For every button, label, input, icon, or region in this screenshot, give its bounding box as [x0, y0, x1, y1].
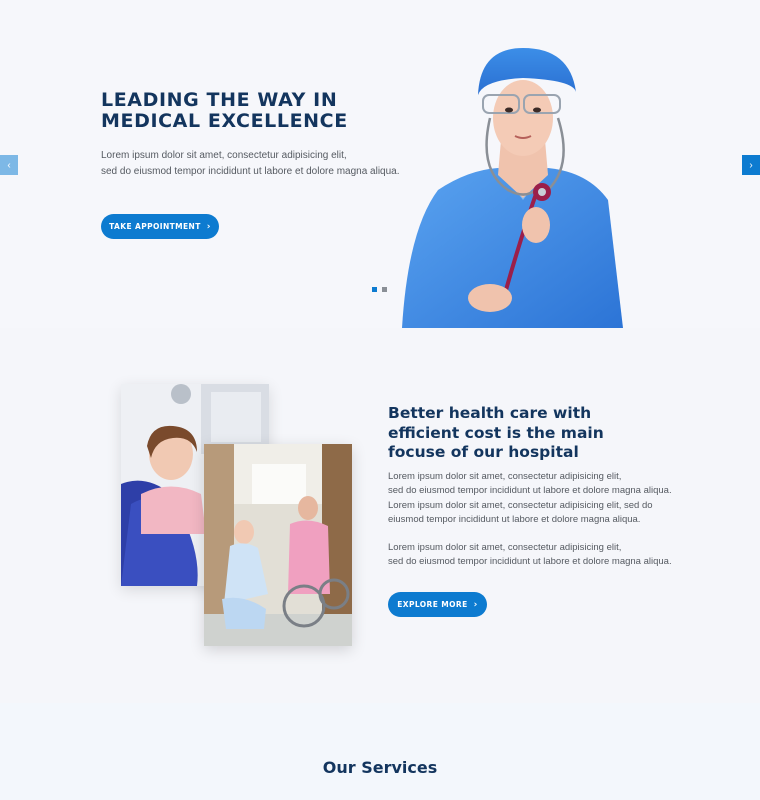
take-appointment-button[interactable]: TAKE APPOINTMENT ›	[101, 214, 219, 239]
hero-description-line: Lorem ipsum dolor sit amet, consectetur …	[101, 150, 347, 161]
chevron-right-icon: ›	[473, 599, 478, 610]
about-paragraph: Lorem ipsum dolor sit amet, consectetur …	[388, 470, 678, 527]
take-appointment-label: TAKE APPOINTMENT	[109, 222, 201, 231]
about-paragraph: Lorem ipsum dolor sit amet, consectetur …	[388, 541, 678, 570]
doctor-image	[402, 48, 623, 328]
services-section: Our Services	[0, 703, 760, 800]
about-paragraph-line: Lorem ipsum dolor sit amet, consectetur …	[388, 471, 622, 482]
about-paragraph-line: sed do eiusmod tempor incididunt ut labo…	[388, 556, 672, 568]
slider-pagination	[372, 287, 387, 292]
about-paragraph-line: Lorem ipsum dolor sit amet, consectetur …	[388, 542, 622, 553]
services-title: Our Services	[322, 758, 438, 777]
hero-slider: ‹ LEADING THE WAY IN MEDICAL EXCELLENCE …	[0, 0, 760, 328]
hero-description-line: sed do eiusmod tempor incididunt ut labo…	[101, 166, 400, 177]
hero-title: LEADING THE WAY IN MEDICAL EXCELLENCE	[101, 89, 348, 132]
nurse-patient-photo	[204, 444, 352, 646]
chevron-right-icon: ›	[749, 159, 753, 171]
slide-dot[interactable]	[382, 287, 387, 292]
chevron-left-icon: ‹	[7, 159, 11, 171]
slider-next-button[interactable]: ›	[742, 155, 760, 175]
slider-prev-button[interactable]: ‹	[0, 155, 18, 175]
about-paragraph-line: sed do eiusmod tempor incididunt ut labo…	[388, 485, 672, 497]
about-paragraph-line: Lorem ipsum dolor sit amet, consectetur …	[388, 499, 653, 511]
chevron-right-icon: ›	[206, 221, 211, 232]
about-paragraph-line: eiusmod tempor incididunt ut labore et d…	[388, 513, 641, 525]
hero-description: Lorem ipsum dolor sit amet, consectetur …	[101, 148, 421, 180]
about-section: Better health care with efficient cost i…	[0, 328, 760, 703]
slide-dot-active[interactable]	[372, 287, 377, 292]
explore-more-button[interactable]: EXPLORE MORE ›	[388, 592, 487, 617]
about-title: Better health care with efficient cost i…	[388, 404, 604, 461]
explore-more-label: EXPLORE MORE	[397, 600, 468, 609]
